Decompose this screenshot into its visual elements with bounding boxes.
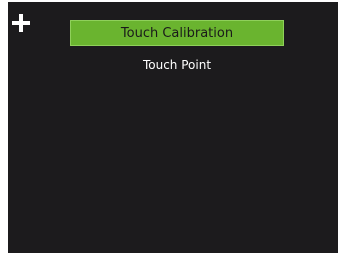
- page-title: Touch Calibration: [120, 25, 234, 41]
- title-bar: Touch Calibration: [70, 20, 284, 46]
- target-vertical-bar: [19, 14, 23, 32]
- calibration-screen[interactable]: Touch Calibration Touch Point: [8, 2, 338, 253]
- touch-point-label: Touch Point: [142, 58, 212, 72]
- calibration-target-icon[interactable]: [12, 14, 30, 32]
